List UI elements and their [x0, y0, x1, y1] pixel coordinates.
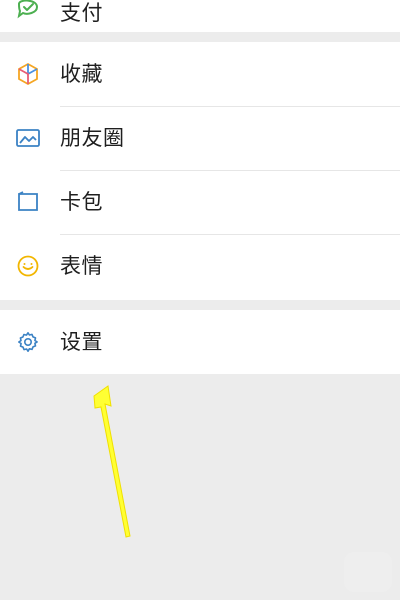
- sticker-icon: [12, 250, 44, 282]
- menu-item-card-wallet[interactable]: 卡包: [0, 170, 400, 234]
- menu-item-pay-label: 支付: [60, 1, 103, 25]
- watermark-mark: [344, 552, 392, 592]
- settings-group: 设置: [0, 310, 400, 374]
- settings-icon: [12, 326, 44, 358]
- menu-item-card-wallet-label: 卡包: [60, 189, 103, 214]
- menu-item-settings-label: 设置: [60, 329, 103, 354]
- top-menu-group: 支付: [0, 0, 400, 32]
- wechat-me-screen: 支付 收藏 朋友圈 卡包 表情 设置: [0, 0, 400, 600]
- menu-item-pay[interactable]: 支付: [0, 0, 400, 32]
- menu-item-stickers[interactable]: 表情: [0, 234, 400, 298]
- card-wallet-icon: [12, 186, 44, 218]
- menu-item-stickers-label: 表情: [60, 253, 103, 278]
- menu-item-favorites-label: 收藏: [60, 61, 103, 86]
- menu-item-favorites[interactable]: 收藏: [0, 42, 400, 106]
- moments-icon: [12, 122, 44, 154]
- favorites-icon: [12, 58, 44, 90]
- main-menu-group: 收藏 朋友圈 卡包 表情: [0, 42, 400, 300]
- menu-item-moments[interactable]: 朋友圈: [0, 106, 400, 170]
- menu-item-settings[interactable]: 设置: [0, 310, 400, 374]
- pay-icon: [12, 0, 44, 24]
- menu-item-moments-label: 朋友圈: [60, 125, 125, 150]
- highlight-arrow: [93, 385, 131, 538]
